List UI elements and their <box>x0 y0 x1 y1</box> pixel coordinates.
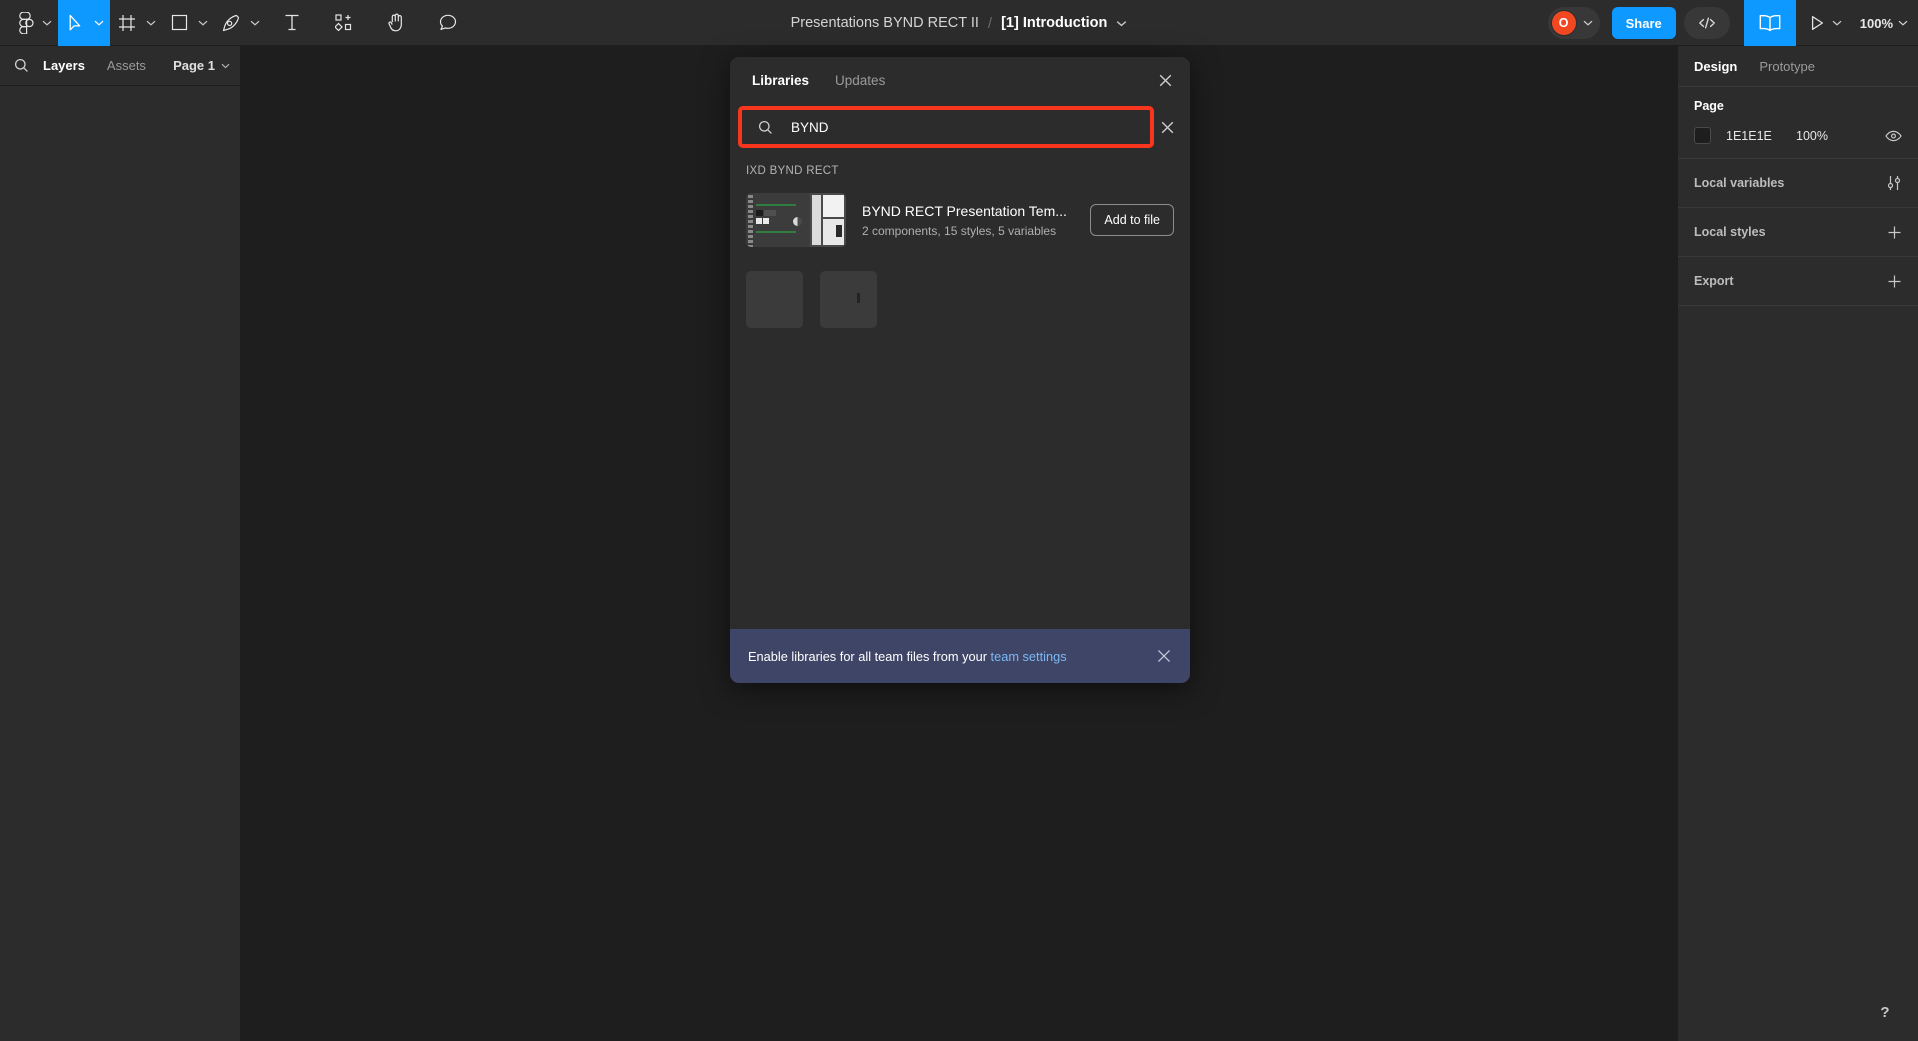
frame-icon[interactable] <box>110 0 144 46</box>
placeholder-tile[interactable] <box>746 271 803 328</box>
document-title[interactable]: Presentations BYND RECT II <box>791 15 979 31</box>
chevron-down-icon[interactable] <box>250 20 260 26</box>
chevron-down-icon[interactable] <box>198 20 208 26</box>
search-icon <box>758 120 773 135</box>
tab-design[interactable]: Design <box>1694 59 1737 74</box>
zoom-control[interactable]: 100% <box>1860 16 1908 31</box>
rectangle-icon[interactable] <box>162 0 196 46</box>
plus-icon[interactable] <box>1887 274 1902 289</box>
move-tool[interactable] <box>58 0 110 46</box>
right-sidebar: Design Prototype Page 1E1E1E 100% Local … <box>1677 46 1918 1041</box>
comment-tool[interactable] <box>431 0 465 46</box>
chevron-down-icon[interactable] <box>42 20 52 26</box>
chevron-down-icon[interactable] <box>146 20 156 26</box>
share-button[interactable]: Share <box>1611 7 1676 39</box>
add-to-file-button[interactable]: Add to file <box>1090 204 1174 236</box>
page-name[interactable]: [1] Introduction <box>1001 15 1107 31</box>
team-libraries-banner: Enable libraries for all team files from… <box>730 629 1190 683</box>
local-styles-label: Local styles <box>1694 225 1766 239</box>
tab-prototype[interactable]: Prototype <box>1759 59 1815 74</box>
library-placeholder-grid <box>730 251 1190 328</box>
zoom-level-label: 100% <box>1859 15 1893 31</box>
breadcrumb-separator: / <box>987 14 993 32</box>
chevron-down-icon[interactable] <box>1116 20 1127 27</box>
close-icon[interactable] <box>1152 644 1176 668</box>
libraries-modal: Libraries Updates BYND IXD BYND RECT BYN… <box>730 57 1190 683</box>
local-variables-label: Local variables <box>1694 176 1785 190</box>
layers-list[interactable] <box>0 86 240 1040</box>
color-swatch[interactable] <box>1694 127 1711 144</box>
chevron-down-icon[interactable] <box>221 63 230 69</box>
row-local-styles[interactable]: Local styles <box>1678 208 1918 257</box>
toolbar-right-actions: O Share 100% <box>1547 0 1918 46</box>
avatar[interactable]: O <box>1550 10 1577 36</box>
page-properties-section: Page 1E1E1E 100% <box>1678 87 1918 159</box>
cursor-marker <box>857 293 860 303</box>
sliders-icon[interactable] <box>1886 175 1902 191</box>
chevron-down-icon[interactable] <box>1583 20 1593 26</box>
library-info: BYND RECT Presentation Tem... 2 componen… <box>846 203 1090 238</box>
sidebar-tab-assets[interactable]: Assets <box>107 58 146 73</box>
banner-text-label: Enable libraries for all team files from… <box>748 648 991 664</box>
search-input-value: BYND <box>791 119 829 135</box>
help-button[interactable]: ? <box>1868 995 1902 1029</box>
cursor-icon[interactable] <box>58 0 92 46</box>
shape-tool[interactable] <box>162 0 214 46</box>
user-avatar-group[interactable]: O <box>1547 7 1600 39</box>
plus-icon[interactable] <box>1887 225 1902 240</box>
left-sidebar: Layers Assets Page 1 <box>0 46 241 1041</box>
libraries-search-row: BYND <box>730 104 1190 151</box>
text-tool[interactable] <box>275 0 309 46</box>
modal-tab-updates[interactable]: Updates <box>835 73 885 88</box>
page-selector[interactable]: Page 1 <box>173 58 230 73</box>
right-sidebar-tabs: Design Prototype <box>1678 46 1918 87</box>
pen-tool[interactable] <box>214 0 266 46</box>
sidebar-tab-layers[interactable]: Layers <box>43 58 85 73</box>
search-input[interactable]: BYND <box>738 106 1154 148</box>
frame-tool[interactable] <box>110 0 162 46</box>
team-settings-link[interactable]: team settings <box>991 649 1067 664</box>
left-sidebar-header: Layers Assets Page 1 <box>0 46 240 86</box>
libraries-modal-header: Libraries Updates <box>730 57 1190 104</box>
figma-app-window: Presentations BYND RECT II / [1] Introdu… <box>0 0 1918 1041</box>
thumbnail-strip <box>746 193 754 247</box>
color-opacity-value[interactable]: 100% <box>1796 129 1828 143</box>
modal-tab-libraries[interactable]: Libraries <box>752 73 809 88</box>
close-icon[interactable] <box>1152 68 1178 94</box>
search-icon[interactable] <box>14 58 29 73</box>
chevron-down-icon[interactable] <box>94 20 104 26</box>
thumbnail-preview-pages <box>810 193 846 247</box>
present-button[interactable] <box>1810 15 1842 31</box>
library-thumbnail <box>746 193 846 247</box>
export-label: Export <box>1694 274 1734 288</box>
pen-icon[interactable] <box>214 0 248 46</box>
chevron-down-icon[interactable] <box>1832 20 1842 26</box>
row-export[interactable]: Export <box>1678 257 1918 306</box>
row-local-variables[interactable]: Local variables <box>1678 159 1918 208</box>
libraries-results: IXD BYND RECT BYND RECT Presentation Tem… <box>730 151 1190 629</box>
chevron-down-icon[interactable] <box>1898 20 1908 26</box>
resources-tool[interactable] <box>327 0 361 46</box>
placeholder-tile[interactable] <box>820 271 877 328</box>
book-icon[interactable] <box>1743 0 1796 46</box>
page-selector-label: Page 1 <box>173 58 215 73</box>
toolbar-tools <box>0 0 474 46</box>
library-group-label: IXD BYND RECT <box>746 165 839 177</box>
library-meta: 2 components, 15 styles, 5 variables <box>862 223 1057 238</box>
page-background-row: 1E1E1E 100% <box>1694 127 1902 144</box>
hand-tool[interactable] <box>379 0 413 46</box>
figma-logo-icon[interactable] <box>6 0 40 46</box>
eye-icon[interactable] <box>1885 130 1902 142</box>
banner-text: Enable libraries for all team files from… <box>748 649 1067 664</box>
library-list-item[interactable]: BYND RECT Presentation Tem... 2 componen… <box>730 189 1190 251</box>
color-hex-value[interactable]: 1E1E1E <box>1726 129 1796 143</box>
clear-search-icon[interactable] <box>1154 114 1180 140</box>
top-toolbar: Presentations BYND RECT II / [1] Introdu… <box>0 0 1918 46</box>
code-icon[interactable] <box>1683 7 1730 39</box>
library-name: BYND RECT Presentation Tem... <box>862 202 1067 219</box>
page-section-title: Page <box>1694 99 1724 113</box>
main-menu-button[interactable] <box>6 0 58 46</box>
